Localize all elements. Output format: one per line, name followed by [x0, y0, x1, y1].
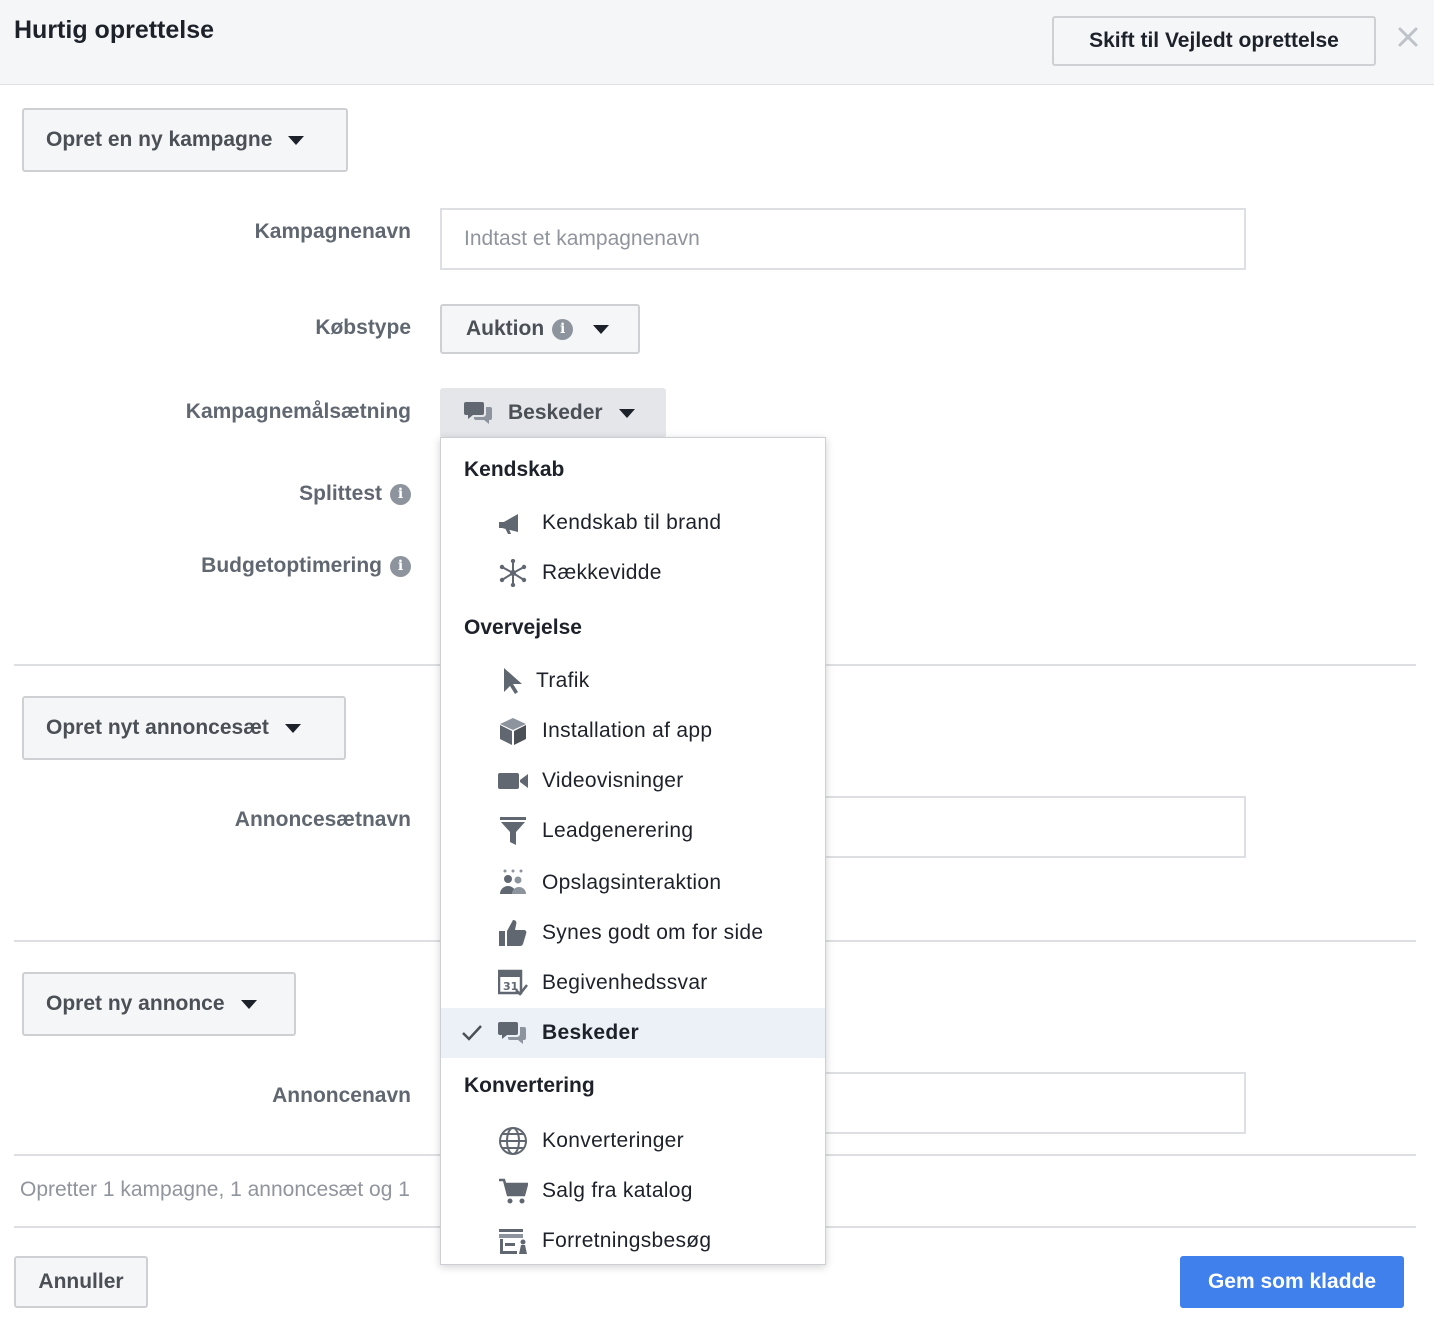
create-ad-dropdown[interactable]: Opret ny annonce — [22, 972, 296, 1036]
caret-down-icon — [618, 408, 635, 418]
menu-item-event-responses[interactable]: 31 Begivenhedssvar — [441, 958, 825, 1008]
menu-item-label: Opslagsinteraktion — [542, 871, 722, 894]
save-draft-button[interactable]: Gem som kladde — [1180, 1256, 1404, 1308]
budget-optimization-text: Budgetoptimering — [201, 554, 382, 577]
menu-item-label: Leadgenerering — [542, 819, 694, 842]
split-test-text: Splittest — [299, 482, 382, 505]
menu-item-conversions[interactable]: Konverteringer — [441, 1116, 825, 1166]
objective-value: Beskeder — [508, 401, 603, 424]
create-adset-label: Opret nyt annoncesæt — [46, 716, 269, 739]
menu-item-label: Salg fra katalog — [542, 1179, 693, 1202]
group-heading-awareness: Kendskab — [464, 458, 565, 481]
group-heading-consideration: Overvejelse — [464, 616, 582, 639]
menu-item-store-visits[interactable]: Forretningsbesøg — [441, 1216, 825, 1266]
video-camera-icon — [497, 765, 529, 797]
checkmark-icon — [462, 1025, 482, 1041]
caret-down-icon — [284, 723, 301, 733]
globe-icon — [497, 1125, 529, 1157]
thumbs-up-icon — [497, 917, 529, 949]
caret-down-icon — [593, 324, 610, 334]
menu-item-app-installs[interactable]: Installation af app — [441, 706, 825, 756]
megaphone-icon — [497, 507, 529, 539]
menu-item-label: Forretningsbesøg — [542, 1229, 712, 1252]
people-icon — [497, 867, 529, 899]
menu-item-label: Synes godt om for side — [542, 921, 764, 944]
menu-item-traffic[interactable]: Trafik — [441, 656, 825, 706]
menu-item-label: Videovisninger — [542, 769, 684, 792]
menu-item-label: Installation af app — [542, 719, 713, 742]
create-ad-label: Opret ny annonce — [46, 992, 225, 1015]
buy-type-dropdown[interactable]: Auktion i — [440, 304, 640, 354]
caret-down-icon — [240, 999, 257, 1009]
menu-item-messages[interactable]: Beskeder — [441, 1008, 825, 1058]
menu-item-video-views[interactable]: Videovisninger — [441, 756, 825, 806]
menu-item-catalog-sales[interactable]: Salg fra katalog — [441, 1166, 825, 1216]
group-heading-conversion: Konvertering — [464, 1074, 595, 1097]
close-icon[interactable] — [1397, 26, 1419, 48]
campaign-name-input[interactable] — [440, 208, 1246, 270]
info-icon[interactable]: i — [390, 555, 411, 577]
creation-summary: Opretter 1 kampagne, 1 annoncesæt og 1 — [20, 1178, 410, 1201]
create-campaign-label: Opret en ny kampagne — [46, 128, 273, 151]
objective-dropdown[interactable]: Beskeder — [440, 388, 666, 438]
split-test-label: Splittest i — [299, 482, 411, 506]
ad-name-label: Annoncenavn — [272, 1084, 411, 1107]
switch-guided-button[interactable]: Skift til Vejledt oprettelse — [1052, 16, 1376, 66]
menu-item-label: Konverteringer — [542, 1129, 684, 1152]
menu-item-page-likes[interactable]: Synes godt om for side — [441, 908, 825, 958]
cursor-icon — [497, 665, 529, 697]
create-adset-dropdown[interactable]: Opret nyt annoncesæt — [22, 696, 346, 760]
store-icon — [497, 1225, 529, 1257]
dialog-header: Hurtig oprettelse Skift til Vejledt opre… — [0, 0, 1434, 85]
adset-name-label: Annoncesætnavn — [234, 808, 411, 831]
caret-down-icon — [288, 135, 305, 145]
reach-icon — [497, 557, 529, 589]
menu-item-label: Trafik — [536, 669, 590, 692]
buy-type-value: Auktion — [466, 317, 545, 340]
info-icon: i — [552, 318, 574, 340]
chat-bubbles-icon — [464, 402, 492, 424]
campaign-name-label: Kampagnenavn — [254, 220, 411, 243]
box-icon — [497, 715, 529, 747]
dialog-title: Hurtig oprettelse — [14, 16, 215, 44]
create-campaign-dropdown[interactable]: Opret en ny kampagne — [22, 108, 348, 172]
menu-item-brand-awareness[interactable]: Kendskab til brand — [441, 498, 825, 548]
menu-item-reach[interactable]: Rækkevidde — [441, 548, 825, 598]
cancel-button[interactable]: Annuller — [14, 1256, 148, 1308]
calendar-icon: 31 — [497, 967, 529, 999]
chat-bubbles-icon — [497, 1017, 529, 1049]
objective-menu: Kendskab Kendskab til brand Rækkevidde O… — [440, 437, 826, 1265]
menu-item-label: Begivenhedssvar — [542, 971, 708, 994]
menu-item-lead-generation[interactable]: Leadgenerering — [441, 806, 825, 856]
cart-icon — [497, 1175, 529, 1207]
budget-optimization-label: Budgetoptimering i — [201, 554, 411, 578]
menu-item-label: Beskeder — [542, 1021, 639, 1044]
menu-item-label: Kendskab til brand — [542, 511, 722, 534]
objective-label: Kampagnemålsætning — [185, 400, 411, 423]
buy-type-label: Købstype — [315, 316, 411, 339]
menu-item-label: Rækkevidde — [542, 561, 662, 584]
funnel-icon — [497, 815, 529, 847]
info-icon[interactable]: i — [390, 483, 411, 505]
menu-item-post-engagement[interactable]: Opslagsinteraktion — [441, 858, 825, 908]
